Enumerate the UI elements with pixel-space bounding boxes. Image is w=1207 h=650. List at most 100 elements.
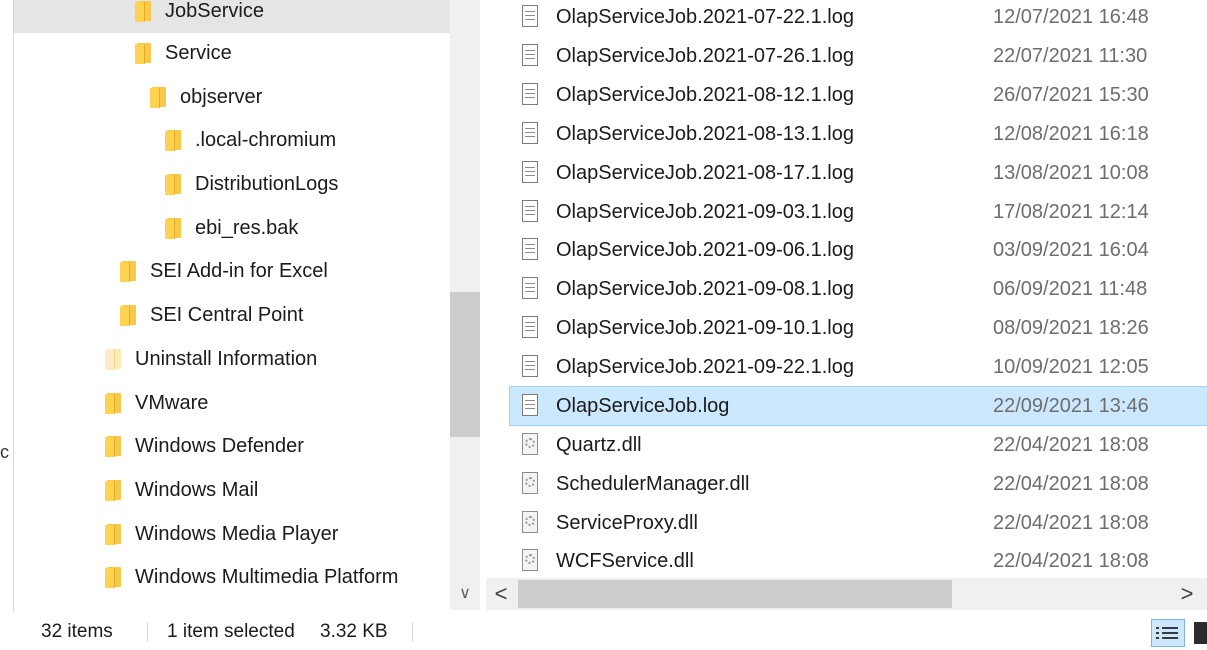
text-document-icon xyxy=(522,355,538,377)
file-name: OlapServiceJob.2021-07-22.1.log xyxy=(556,5,854,28)
text-document-icon xyxy=(522,122,538,144)
nav-folder-uninstall-information[interactable]: Uninstall Information xyxy=(14,337,450,381)
folder-icon xyxy=(150,86,168,108)
nav-folder-windows-mail[interactable]: Windows Mail xyxy=(14,468,450,512)
file-name: OlapServiceJob.2021-09-10.1.log xyxy=(556,316,854,339)
selection-count: 1 item selected xyxy=(167,621,295,642)
file-name: OlapServiceJob.log xyxy=(556,394,730,417)
nav-folder-jobservice[interactable]: JobService xyxy=(14,0,450,33)
nav-folder-sei-add-in-for-excel[interactable]: SEI Add-in for Excel xyxy=(14,249,450,293)
nav-folder-label: objserver xyxy=(180,85,263,108)
nav-folder-label: DistributionLogs xyxy=(195,172,339,195)
large-icons-view-icon[interactable] xyxy=(1194,622,1207,644)
text-document-icon xyxy=(522,200,538,222)
folder-icon xyxy=(135,0,153,22)
file-name: OlapServiceJob.2021-07-26.1.log xyxy=(556,44,854,67)
file-row[interactable]: OlapServiceJob.2021-07-26.1.log 22/07/20… xyxy=(510,37,1207,75)
nav-folder-label: VMware xyxy=(135,391,209,414)
horizontal-scrollbar-thumb[interactable] xyxy=(518,580,952,608)
folder-icon xyxy=(135,42,153,64)
nav-folder-windows-media-player[interactable]: Windows Media Player xyxy=(14,512,450,556)
file-row[interactable]: Quartz.dll 22/04/2021 18:08 xyxy=(510,426,1207,464)
file-date-modified: 22/04/2021 18:08 xyxy=(993,511,1149,534)
nav-folder-label: ebi_res.bak xyxy=(195,216,299,239)
file-row[interactable]: WCFService.dll 22/04/2021 18:08 xyxy=(510,542,1207,580)
file-row-selected[interactable]: OlapServiceJob.log 22/09/2021 13:46 xyxy=(509,386,1207,426)
text-document-icon xyxy=(522,83,538,105)
status-separator xyxy=(412,622,413,642)
file-name: OlapServiceJob.2021-08-13.1.log xyxy=(556,122,854,145)
file-name: OlapServiceJob.2021-09-22.1.log xyxy=(556,355,854,378)
dll-file-icon xyxy=(522,472,538,494)
nav-folder-distributionlogs[interactable]: DistributionLogs xyxy=(14,162,450,206)
folder-icon xyxy=(105,523,123,545)
dll-file-icon xyxy=(522,511,538,533)
file-name: Quartz.dll xyxy=(556,433,642,456)
file-row[interactable]: OlapServiceJob.2021-09-08.1.log 06/09/20… xyxy=(510,270,1207,308)
file-name: ServiceProxy.dll xyxy=(556,511,698,534)
file-date-modified: 12/08/2021 16:18 xyxy=(993,122,1149,145)
nav-folder-windows-defender[interactable]: Windows Defender xyxy=(14,424,450,468)
folder-icon xyxy=(105,348,123,370)
file-name: OlapServiceJob.2021-09-03.1.log xyxy=(556,200,854,223)
nav-folder-label: Uninstall Information xyxy=(135,347,318,370)
file-list-horizontal-scrollbar[interactable]: < > xyxy=(486,578,1207,610)
file-row[interactable]: SchedulerManager.dll 22/04/2021 18:08 xyxy=(510,465,1207,503)
nav-folder-objserver[interactable]: objserver xyxy=(14,75,450,119)
text-document-icon xyxy=(522,238,538,260)
file-row[interactable]: OlapServiceJob.2021-07-22.1.log 12/07/20… xyxy=(510,0,1207,36)
folder-icon xyxy=(120,260,138,282)
file-row[interactable]: OlapServiceJob.2021-08-13.1.log 12/08/20… xyxy=(510,115,1207,153)
nav-folder-label: Service xyxy=(165,41,232,64)
nav-folder-label: Windows Mail xyxy=(135,478,259,501)
item-count: 32 items xyxy=(41,621,113,642)
nav-folder-windows-multimedia-platform[interactable]: Windows Multimedia Platform xyxy=(14,555,450,599)
nav-scrollbar-thumb[interactable] xyxy=(450,292,480,437)
navigation-pane: JobService Service objserver .local-chro… xyxy=(14,0,450,610)
nav-folder-sei-central-point[interactable]: SEI Central Point xyxy=(14,293,450,337)
folder-icon xyxy=(105,435,123,457)
file-date-modified: 22/04/2021 18:08 xyxy=(993,472,1149,495)
file-row[interactable]: OlapServiceJob.2021-09-06.1.log 03/09/20… xyxy=(510,231,1207,269)
file-date-modified: 06/09/2021 11:48 xyxy=(993,277,1148,300)
file-name: OlapServiceJob.2021-08-17.1.log xyxy=(556,161,854,184)
file-row[interactable]: OlapServiceJob.2021-08-12.1.log 26/07/20… xyxy=(510,76,1207,114)
file-date-modified: 03/09/2021 16:04 xyxy=(993,238,1149,261)
text-document-icon xyxy=(522,316,538,338)
file-row[interactable]: OlapServiceJob.2021-08-17.1.log 13/08/20… xyxy=(510,154,1207,192)
file-row[interactable]: OlapServiceJob.2021-09-10.1.log 08/09/20… xyxy=(510,309,1207,347)
file-date-modified: 08/09/2021 18:26 xyxy=(993,316,1149,339)
dll-file-icon xyxy=(522,433,538,455)
nav-folder-local-chromium[interactable]: .local-chromium xyxy=(14,118,450,162)
file-row[interactable]: OlapServiceJob.2021-09-03.1.log 17/08/20… xyxy=(510,193,1207,231)
nav-folder-ebi-res-bak[interactable]: ebi_res.bak xyxy=(14,206,450,250)
file-date-modified: 26/07/2021 15:30 xyxy=(993,83,1149,106)
nav-folder-label: SEI Add-in for Excel xyxy=(150,259,328,282)
file-date-modified: 22/04/2021 18:08 xyxy=(993,433,1149,456)
file-name: WCFService.dll xyxy=(556,549,694,572)
file-row[interactable]: ServiceProxy.dll 22/04/2021 18:08 xyxy=(510,504,1207,542)
scroll-down-icon[interactable]: ∨ xyxy=(450,580,480,608)
folder-icon xyxy=(105,479,123,501)
folder-icon xyxy=(120,304,138,326)
file-name: OlapServiceJob.2021-08-12.1.log xyxy=(556,83,854,106)
window-left-edge xyxy=(0,0,14,650)
file-date-modified: 22/09/2021 13:46 xyxy=(993,394,1149,417)
text-document-icon xyxy=(522,161,538,183)
details-view-icon[interactable] xyxy=(1151,619,1185,647)
folder-icon xyxy=(165,217,183,239)
nav-folder-vmware[interactable]: VMware xyxy=(14,381,450,425)
nav-pane-scrollbar[interactable]: ∨ xyxy=(450,0,480,610)
scroll-right-icon[interactable]: > xyxy=(1175,578,1199,610)
nav-folder-label: Windows Multimedia Platform xyxy=(135,565,399,588)
file-name: SchedulerManager.dll xyxy=(556,472,750,495)
text-document-icon xyxy=(522,277,538,299)
nav-folder-label: JobService xyxy=(165,0,264,22)
file-date-modified: 22/07/2021 11:30 xyxy=(993,44,1148,67)
scroll-left-icon[interactable]: < xyxy=(486,578,516,610)
nav-folder-service[interactable]: Service xyxy=(14,31,450,75)
file-row[interactable]: OlapServiceJob.2021-09-22.1.log 10/09/20… xyxy=(510,348,1207,386)
folder-icon xyxy=(105,566,123,588)
file-date-modified: 22/04/2021 18:08 xyxy=(993,549,1149,572)
partial-text-fragment: c xyxy=(0,442,9,462)
